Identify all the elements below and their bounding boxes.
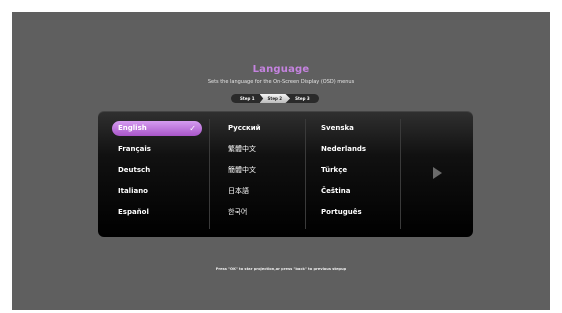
language-option-turkce[interactable]: Türkçe — [315, 163, 410, 178]
language-option-espanol[interactable]: Español — [112, 205, 207, 220]
language-option-francais[interactable]: Français — [112, 142, 207, 157]
language-option-deutsch[interactable]: Deutsch — [112, 163, 207, 178]
checkmark-icon: ✓ — [189, 124, 196, 133]
language-panel: English ✓ Français Deutsch Italiano Espa… — [98, 111, 473, 237]
step-3[interactable]: Step 3 — [290, 94, 315, 103]
language-option-korean[interactable]: 한국어 — [222, 205, 317, 220]
language-option-nederlands[interactable]: Nederlands — [315, 142, 410, 157]
step-2[interactable]: Step 2 — [259, 94, 291, 103]
language-option-cestina[interactable]: Čeština — [315, 184, 410, 199]
language-option-simplified-chinese[interactable]: 簡體中文 — [222, 163, 317, 178]
stepper: Step 1 Step 2 Step 3 — [231, 94, 319, 103]
osd-screen: Language Sets the language for the On-Sc… — [12, 12, 550, 310]
language-option-traditional-chinese[interactable]: 繁體中文 — [222, 142, 317, 157]
column-divider — [305, 119, 306, 229]
footer-hint: Press "OK" to star projection,or press "… — [215, 267, 347, 271]
step-1[interactable]: Step 1 — [235, 94, 260, 103]
language-option-russian[interactable]: Русский — [222, 121, 317, 136]
language-column-2: Русский 繁體中文 簡體中文 日本語 한국어 — [222, 121, 317, 226]
language-column-1: English ✓ Français Deutsch Italiano Espa… — [112, 121, 207, 226]
language-option-portugues[interactable]: Português — [315, 205, 410, 220]
arrow-right-icon[interactable] — [433, 167, 442, 179]
language-label: English — [118, 124, 147, 132]
language-option-italiano[interactable]: Italiano — [112, 184, 207, 199]
column-divider — [400, 119, 401, 229]
column-divider — [209, 119, 210, 229]
page-subtitle: Sets the language for the On-Screen Disp… — [207, 79, 355, 85]
language-option-svenska[interactable]: Svenska — [315, 121, 410, 136]
page-title: Language — [252, 64, 310, 75]
language-option-english[interactable]: English ✓ — [112, 121, 202, 136]
language-option-japanese[interactable]: 日本語 — [222, 184, 317, 199]
language-column-3: Svenska Nederlands Türkçe Čeština Portug… — [315, 121, 410, 226]
